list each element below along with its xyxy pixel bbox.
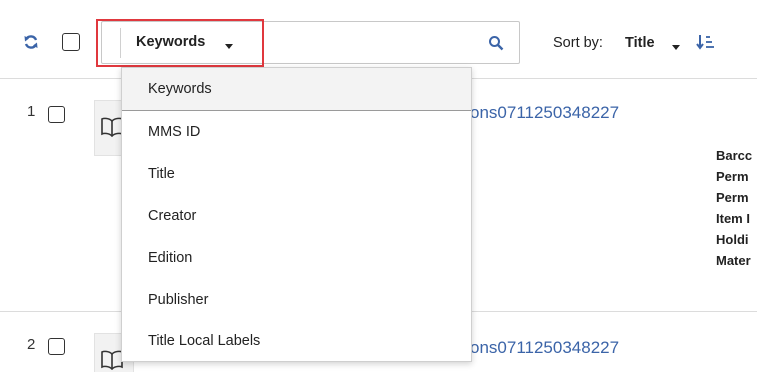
menu-item-title[interactable]: Title: [122, 153, 471, 195]
sort-value: Title: [625, 35, 655, 51]
menu-item-creator[interactable]: Creator: [122, 195, 471, 237]
menu-item-title-local-labels[interactable]: Title Local Labels: [122, 320, 471, 362]
refresh-icon[interactable]: [23, 34, 39, 50]
search-icon[interactable]: [488, 35, 504, 51]
sort-direction-icon[interactable]: [696, 33, 716, 51]
sort-dropdown[interactable]: Title: [623, 33, 681, 53]
search-type-highlight: [96, 19, 264, 67]
search-type-menu: Keywords MMS ID Title Creator Edition Pu…: [121, 67, 472, 362]
menu-item-label: Publisher: [148, 292, 209, 308]
meta-label: Holdi: [716, 232, 749, 247]
result-title-link[interactable]: ons0711250348227: [470, 103, 619, 123]
menu-item-mms-id[interactable]: MMS ID: [122, 111, 471, 153]
sort-label: Sort by:: [553, 35, 603, 51]
meta-label: Item I: [716, 211, 750, 226]
meta-label: Perm: [716, 190, 749, 205]
meta-label: Barcc: [716, 148, 753, 163]
menu-item-label: Keywords: [148, 81, 212, 97]
result-checkbox[interactable]: [48, 338, 65, 355]
menu-item-publisher[interactable]: Publisher: [122, 279, 471, 321]
book-icon: [101, 350, 123, 375]
menu-item-keywords[interactable]: Keywords: [122, 68, 471, 111]
menu-item-label: Creator: [148, 208, 197, 224]
book-icon: [101, 117, 123, 142]
result-checkbox[interactable]: [48, 106, 65, 123]
chevron-down-icon: [671, 38, 681, 56]
menu-item-edition[interactable]: Edition: [122, 237, 471, 279]
result-number: 1: [27, 103, 36, 120]
menu-item-label: MMS ID: [148, 124, 201, 140]
result-number: 2: [27, 336, 36, 353]
search-input[interactable]: [268, 26, 482, 60]
select-all-checkbox[interactable]: [62, 33, 80, 51]
menu-item-label: Edition: [148, 250, 193, 266]
result-title-link[interactable]: ons0711250348227: [470, 338, 619, 358]
menu-item-label: Title Local Labels: [148, 333, 261, 349]
meta-label: Mater: [716, 253, 751, 268]
menu-item-label: Title: [148, 166, 175, 182]
meta-label: Perm: [716, 169, 749, 184]
